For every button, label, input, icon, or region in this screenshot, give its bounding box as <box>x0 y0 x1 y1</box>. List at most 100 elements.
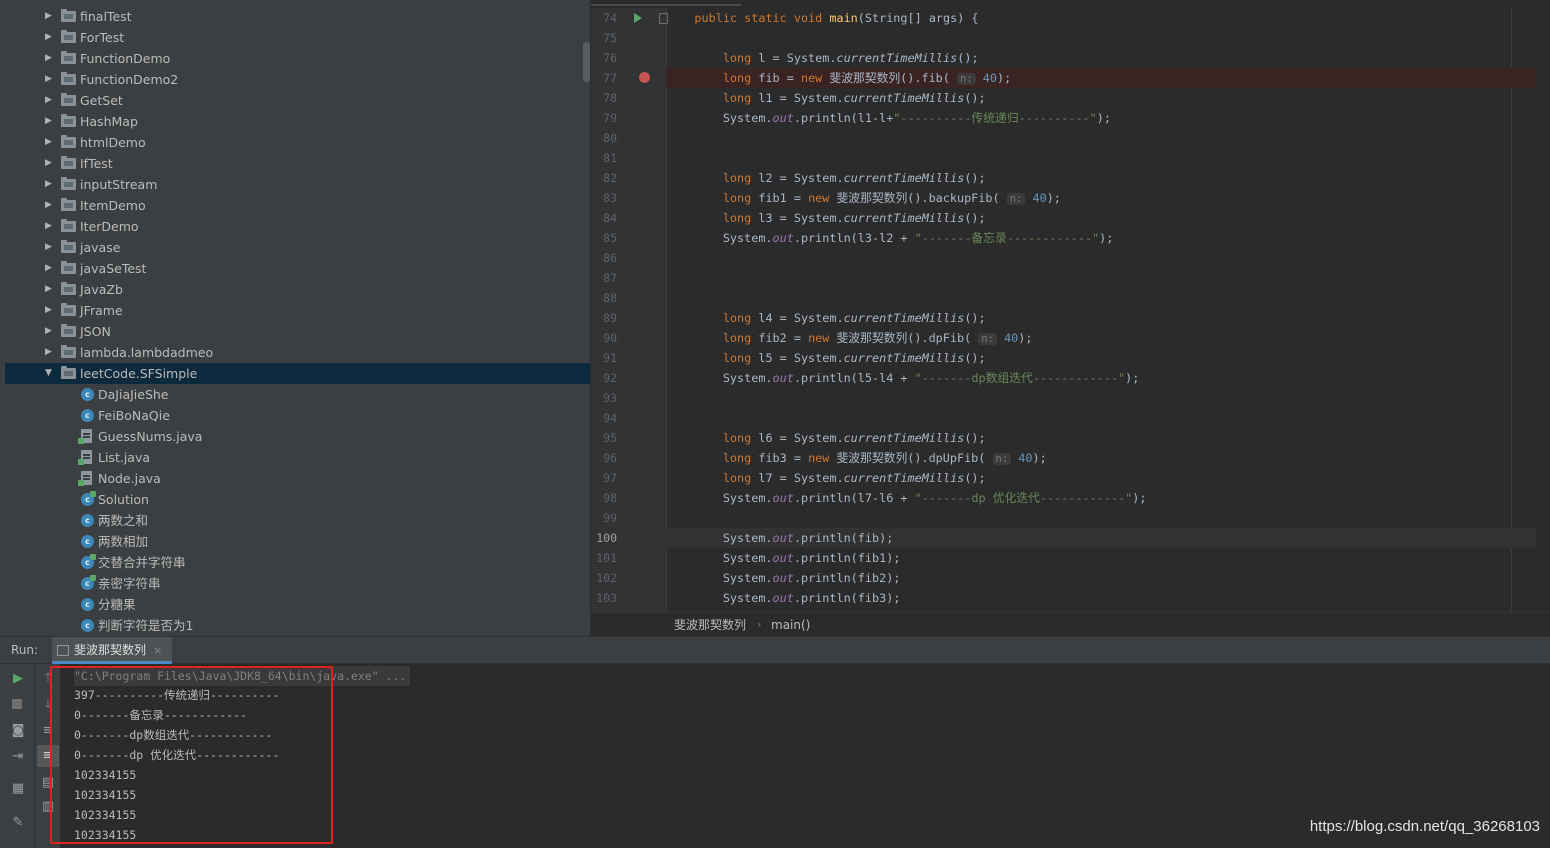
class-icon: c <box>81 514 94 527</box>
code-line-103[interactable]: System.out.println(fib3); <box>666 588 1536 608</box>
expand-arrow-right-icon[interactable]: ▶ <box>45 90 55 111</box>
code-line-83[interactable]: long fib1 = new 斐波那契数列().backupFib( n: 4… <box>666 188 1536 208</box>
tree-file-row[interactable]: GuessNums.java <box>5 426 590 447</box>
tree-file-row[interactable]: c DaJiaJieShe <box>5 384 590 405</box>
expand-arrow-right-icon[interactable]: ▶ <box>45 6 55 27</box>
tree-folder-row[interactable]: ▶ IfTest <box>5 153 590 174</box>
code-line-97[interactable]: long l7 = System.currentTimeMillis(); <box>666 468 1536 488</box>
class-icon: c <box>81 575 96 590</box>
expand-arrow-down-icon[interactable]: ▼ <box>45 363 55 384</box>
code-line-84[interactable]: long l3 = System.currentTimeMillis(); <box>666 208 1536 228</box>
expand-arrow-right-icon[interactable]: ▶ <box>45 174 55 195</box>
tree-folder-row[interactable]: ▼ leetCode.SFSimple <box>5 363 590 384</box>
tree-folder-row[interactable]: ▶ FunctionDemo2 <box>5 69 590 90</box>
tree-folder-row[interactable]: ▶ FunctionDemo <box>5 48 590 69</box>
exit-icon[interactable]: ⇥ <box>11 750 25 764</box>
expand-arrow-right-icon[interactable]: ▶ <box>45 321 55 342</box>
stop-icon[interactable] <box>12 699 22 709</box>
expand-arrow-right-icon[interactable]: ▶ <box>45 153 55 174</box>
code-line-91[interactable]: long l5 = System.currentTimeMillis(); <box>666 348 1536 368</box>
tree-file-row[interactable]: c 两数相加 <box>5 531 590 552</box>
code-line-85[interactable]: System.out.println(l3-l2 + "-------备忘录--… <box>666 228 1536 248</box>
breadcrumb-method[interactable]: main() <box>771 613 810 636</box>
tree-folder-row[interactable]: ▶ inputStream <box>5 174 590 195</box>
tree-folder-row[interactable]: ▶ JSON <box>5 321 590 342</box>
code-line-76[interactable]: long l = System.currentTimeMillis(); <box>666 48 1536 68</box>
expand-arrow-right-icon[interactable]: ▶ <box>45 27 55 48</box>
layout-icon[interactable]: ▦ <box>11 782 25 796</box>
code-line-82[interactable]: long l2 = System.currentTimeMillis(); <box>666 168 1536 188</box>
expand-arrow-right-icon[interactable]: ▶ <box>45 237 55 258</box>
tree-folder-row[interactable]: ▶ HashMap <box>5 111 590 132</box>
tree-folder-row[interactable]: ▶ javase <box>5 237 590 258</box>
code-line-102[interactable]: System.out.println(fib2); <box>666 568 1536 588</box>
run-gutter-icon[interactable] <box>634 13 642 23</box>
expand-arrow-right-icon[interactable]: ▶ <box>45 132 55 153</box>
code-line-89[interactable]: long l4 = System.currentTimeMillis(); <box>666 308 1536 328</box>
close-icon[interactable]: × <box>153 637 162 664</box>
pin-icon[interactable]: ✎ <box>11 816 25 830</box>
code-line-95[interactable]: long l6 = System.currentTimeMillis(); <box>666 428 1536 448</box>
code-line-101[interactable]: System.out.println(fib1); <box>666 548 1536 568</box>
tree-folder-row[interactable]: ▶ lambda.lambdadmeo <box>5 342 590 363</box>
expand-arrow-right-icon[interactable]: ▶ <box>45 111 55 132</box>
code-line-77[interactable]: long fib = new 斐波那契数列().fib( n: 40); <box>666 68 1536 88</box>
code-line-90[interactable]: long fib2 = new 斐波那契数列().dpFib( n: 40); <box>666 328 1536 348</box>
tree-folder-row[interactable]: ▶ finalTest <box>5 6 590 27</box>
tree-folder-row[interactable]: ▶ JavaZb <box>5 279 590 300</box>
class-icon: c <box>81 409 94 422</box>
tree-scrollbar[interactable] <box>583 42 590 82</box>
highlight-annotation-box <box>50 666 333 844</box>
code-line-78[interactable]: long l1 = System.currentTimeMillis(); <box>666 88 1536 108</box>
package-folder-icon <box>61 261 76 274</box>
breadcrumb-class[interactable]: 斐波那契数列 <box>674 613 746 636</box>
tree-folder-label: GetSet <box>80 93 123 108</box>
expand-arrow-right-icon[interactable]: ▶ <box>45 279 55 300</box>
code-line-74[interactable]: public static void main(String[] args) { <box>666 8 1536 28</box>
tree-file-row[interactable]: c 两数之和 <box>5 510 590 531</box>
package-folder-icon <box>61 93 76 106</box>
code-line-92[interactable]: System.out.println(l5-l4 + "-------dp数组迭… <box>666 368 1536 388</box>
breadcrumb-separator: › <box>757 618 762 631</box>
package-folder-icon <box>61 30 76 43</box>
expand-arrow-right-icon[interactable]: ▶ <box>45 195 55 216</box>
code-line-100[interactable]: System.out.println(fib); <box>666 528 1536 548</box>
code-line-79[interactable]: System.out.println(l1-l+"----------传统递归-… <box>666 108 1536 128</box>
expand-arrow-right-icon[interactable]: ▶ <box>45 300 55 321</box>
line-number: 78 <box>603 91 617 105</box>
tree-file-row[interactable]: List.java <box>5 447 590 468</box>
expand-arrow-right-icon[interactable]: ▶ <box>45 69 55 90</box>
tree-file-row[interactable]: c 判断字符是否为1 <box>5 615 590 636</box>
tree-file-row[interactable]: c 亲密字符串 <box>5 573 590 594</box>
tree-folder-row[interactable]: ▶ IterDemo <box>5 216 590 237</box>
tree-file-label: 判断字符是否为1 <box>98 618 194 633</box>
run-label: Run: <box>11 643 39 657</box>
rerun-icon[interactable]: ▶ <box>11 672 25 686</box>
line-number: 92 <box>603 371 617 385</box>
expand-arrow-right-icon[interactable]: ▶ <box>45 48 55 69</box>
expand-arrow-right-icon[interactable]: ▶ <box>45 258 55 279</box>
tree-file-row[interactable]: Node.java <box>5 468 590 489</box>
tree-folder-row[interactable]: ▶ GetSet <box>5 90 590 111</box>
code-line-96[interactable]: long fib3 = new 斐波那契数列().dpUpFib( n: 40)… <box>666 448 1536 468</box>
tree-file-row[interactable]: c 分糖果 <box>5 594 590 615</box>
tree-file-row[interactable]: c FeiBoNaQie <box>5 405 590 426</box>
line-number: 82 <box>603 171 617 185</box>
run-tab[interactable]: 斐波那契数列 × <box>52 637 172 664</box>
code-editor[interactable]: 74 75 76 77 78 79 80 81 82 83 84 85 86 87 88 89 90 91 92 93… <box>591 0 1550 636</box>
project-tree[interactable]: ▶ finalTest ▶ ForTest ▶ FunctionDemo ▶ Function… <box>5 0 590 636</box>
tree-file-label: 两数之和 <box>98 513 149 528</box>
tree-folder-row[interactable]: ▶ ItemDemo <box>5 195 590 216</box>
tree-folder-row[interactable]: ▶ ForTest <box>5 27 590 48</box>
tree-folder-row[interactable]: ▶ javaSeTest <box>5 258 590 279</box>
tree-file-label: 两数相加 <box>98 534 149 549</box>
expand-arrow-right-icon[interactable]: ▶ <box>45 342 55 363</box>
tree-file-row[interactable]: c 交替合并字符串 <box>5 552 590 573</box>
breakpoint-icon[interactable] <box>639 72 650 83</box>
tree-folder-row[interactable]: ▶ htmlDemo <box>5 132 590 153</box>
tree-folder-row[interactable]: ▶ JFrame <box>5 300 590 321</box>
camera-icon[interactable]: ◙ <box>11 724 25 738</box>
expand-arrow-right-icon[interactable]: ▶ <box>45 216 55 237</box>
tree-file-row[interactable]: c Solution <box>5 489 590 510</box>
code-line-98[interactable]: System.out.println(l7-l6 + "-------dp 优化… <box>666 488 1536 508</box>
